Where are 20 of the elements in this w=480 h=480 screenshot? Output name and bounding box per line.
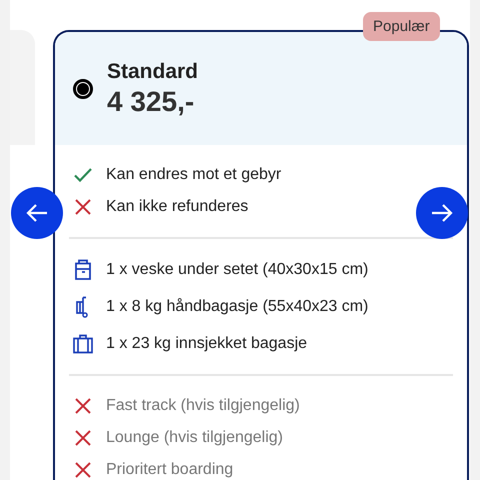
- feature-text: 1 x veske under setet (40x30x15 cm): [106, 260, 368, 278]
- cross-icon: [73, 460, 93, 480]
- arrow-left-icon: [26, 204, 48, 222]
- fare-price: 4 325,-: [107, 86, 196, 118]
- feature-text: 1 x 8 kg håndbagasje (55x40x23 cm): [106, 298, 368, 316]
- feature-text: Kan ikke refunderes: [106, 198, 248, 216]
- arrow-right-icon: [431, 204, 453, 222]
- feature-text: 1 x 23 kg innsjekket bagasje: [106, 334, 308, 352]
- cross-icon: [73, 396, 93, 416]
- feature-text: Lounge (hvis tilgjengelig): [106, 429, 283, 447]
- feature-text: Fast track (hvis tilgjengelig): [106, 397, 300, 415]
- suitcase-icon: [72, 334, 94, 354]
- feature-text: Prioritert boarding: [106, 461, 234, 479]
- cross-icon: [73, 197, 93, 217]
- fare-name: Standard: [107, 60, 198, 84]
- backpack-icon: [73, 258, 93, 280]
- cross-icon: [73, 428, 93, 448]
- feature-text: Kan endres mot et gebyr: [106, 166, 282, 184]
- radio-button[interactable]: [73, 78, 93, 98]
- popular-badge: Populær: [363, 12, 440, 41]
